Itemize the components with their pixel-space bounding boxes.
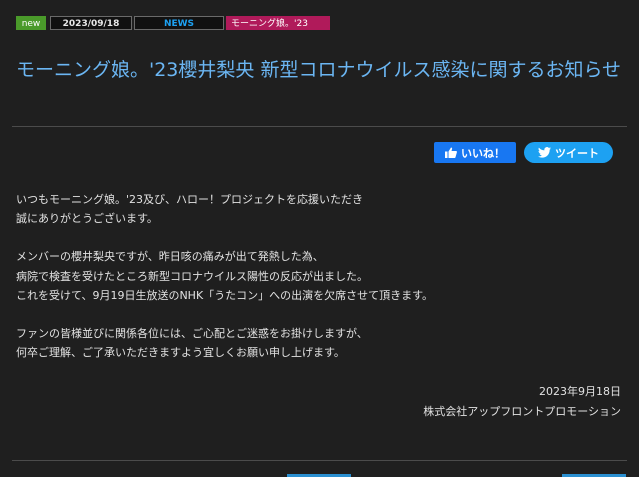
thumbs-up-icon (445, 147, 457, 158)
new-badge: new (16, 16, 46, 30)
body-line: ファンの皆様並びに関係各位には、ご心配とご迷惑をお掛けしますが、 (16, 327, 368, 341)
like-label: いいね！ (461, 146, 505, 160)
article-title: モーニング娘。'23櫻井梨央 新型コロナウイルス感染に関するお知らせ (16, 59, 622, 81)
twitter-bird-icon (538, 147, 551, 158)
divider-bottom (12, 460, 627, 461)
category-tag-news[interactable]: NEWS (134, 16, 224, 30)
facebook-like-button[interactable]: いいね！ (434, 142, 516, 163)
body-line: これを受けて、9月19日生放送のNHK「うたコン」への出演を欠席させて頂きます。 (16, 288, 434, 302)
body-line: メンバーの櫻井梨央ですが、昨日咳の痛みが出て発熱した為、 (16, 250, 324, 264)
body-line: 何卒ご理解、ご了承いただきますよう宜しくお願い申し上げます。 (16, 346, 345, 360)
divider-top (12, 126, 627, 127)
signature-company: 株式会社アップフロントプロモーション (423, 405, 621, 418)
tweet-button[interactable]: ツイート (524, 142, 613, 163)
group-tag[interactable]: モーニング娘。'23 (226, 16, 330, 30)
body-line: 誠にありがとうございます。 (16, 212, 158, 226)
tag-bar: new 2023/09/18 NEWS モーニング娘。'23 (16, 16, 330, 30)
date-tag: 2023/09/18 (50, 16, 132, 30)
signature: 2023年9月18日 株式会社アップフロントプロモーション (423, 382, 621, 422)
body-line: いつもモーニング娘。'23及び、ハロー！プロジェクトを応援いただき (16, 193, 364, 206)
article-body: いつもモーニング娘。'23及び、ハロー！プロジェクトを応援いただき 誠にありがと… (16, 190, 616, 362)
tweet-label: ツイート (555, 146, 599, 160)
signature-date: 2023年9月18日 (539, 385, 621, 398)
body-line: 病院で検査を受けたところ新型コロナウイルス陽性の反応が出ました。 (16, 269, 368, 283)
